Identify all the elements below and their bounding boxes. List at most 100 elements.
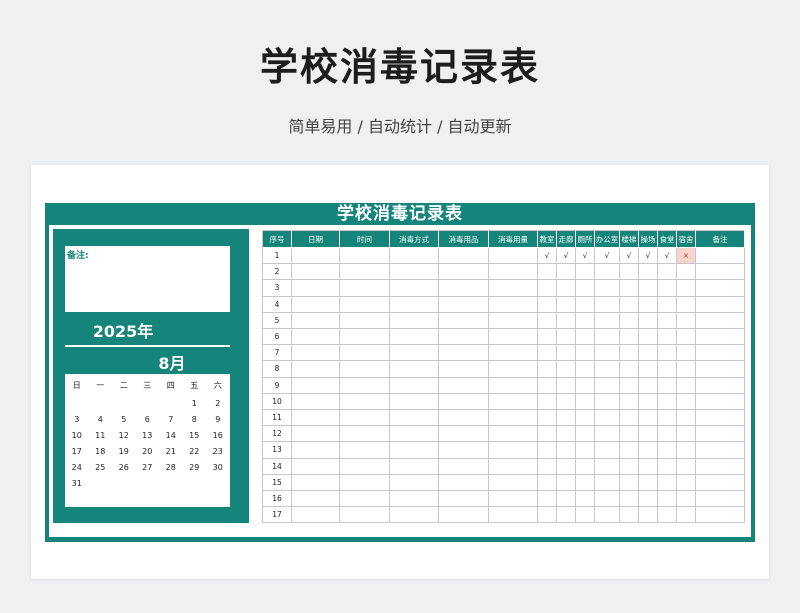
table-cell[interactable] bbox=[620, 474, 639, 491]
table-cell[interactable] bbox=[639, 442, 658, 459]
table-cell[interactable] bbox=[696, 474, 745, 491]
table-cell[interactable] bbox=[340, 280, 390, 297]
table-cell[interactable] bbox=[489, 264, 538, 281]
table-cell[interactable] bbox=[696, 507, 745, 524]
table-cell[interactable] bbox=[557, 426, 576, 443]
table-cell[interactable] bbox=[538, 393, 557, 410]
table-cell[interactable] bbox=[658, 458, 677, 475]
table-cell[interactable] bbox=[489, 474, 538, 491]
table-cell[interactable] bbox=[439, 474, 489, 491]
calendar-day[interactable]: 29 bbox=[183, 460, 207, 476]
table-cell[interactable] bbox=[677, 491, 696, 508]
table-cell[interactable] bbox=[390, 312, 439, 329]
table-cell[interactable] bbox=[390, 458, 439, 475]
table-cell[interactable] bbox=[595, 458, 620, 475]
calendar-day[interactable]: 31 bbox=[65, 476, 89, 492]
table-cell[interactable] bbox=[557, 410, 576, 427]
table-cell[interactable] bbox=[576, 345, 595, 362]
table-cell[interactable] bbox=[620, 491, 639, 508]
table-cell[interactable] bbox=[489, 393, 538, 410]
table-cell[interactable] bbox=[595, 426, 620, 443]
table-cell[interactable] bbox=[557, 280, 576, 297]
table-cell[interactable] bbox=[538, 280, 557, 297]
calendar-day[interactable]: 14 bbox=[159, 428, 183, 444]
table-cell[interactable] bbox=[292, 296, 340, 313]
table-cell[interactable] bbox=[538, 361, 557, 378]
table-cell[interactable] bbox=[576, 491, 595, 508]
table-cell[interactable] bbox=[390, 296, 439, 313]
table-cell[interactable] bbox=[595, 264, 620, 281]
calendar-day[interactable]: 1 bbox=[183, 396, 207, 412]
table-cell[interactable] bbox=[677, 393, 696, 410]
table-cell[interactable]: √ bbox=[620, 248, 639, 265]
table-cell[interactable] bbox=[620, 507, 639, 524]
table-cell[interactable] bbox=[677, 329, 696, 346]
table-cell[interactable] bbox=[595, 442, 620, 459]
table-cell[interactable] bbox=[639, 458, 658, 475]
table-cell[interactable] bbox=[340, 248, 390, 265]
table-cell[interactable] bbox=[677, 507, 696, 524]
calendar-day[interactable]: 23 bbox=[206, 444, 230, 460]
table-cell[interactable] bbox=[340, 264, 390, 281]
table-cell[interactable] bbox=[620, 345, 639, 362]
table-cell[interactable] bbox=[658, 410, 677, 427]
table-cell[interactable] bbox=[439, 507, 489, 524]
table-cell[interactable] bbox=[639, 507, 658, 524]
table-cell[interactable] bbox=[620, 280, 639, 297]
table-cell[interactable] bbox=[658, 474, 677, 491]
table-cell[interactable] bbox=[489, 361, 538, 378]
table-cell[interactable] bbox=[390, 491, 439, 508]
calendar-day[interactable]: 7 bbox=[159, 412, 183, 428]
table-cell[interactable] bbox=[677, 474, 696, 491]
table-cell[interactable] bbox=[557, 264, 576, 281]
table-cell[interactable] bbox=[595, 280, 620, 297]
table-cell[interactable] bbox=[439, 442, 489, 459]
calendar-day[interactable]: 30 bbox=[206, 460, 230, 476]
table-cell[interactable] bbox=[538, 377, 557, 394]
table-cell[interactable] bbox=[620, 410, 639, 427]
table-cell[interactable] bbox=[576, 361, 595, 378]
table-cell[interactable] bbox=[390, 426, 439, 443]
table-cell[interactable] bbox=[576, 377, 595, 394]
table-cell[interactable] bbox=[696, 296, 745, 313]
table-cell[interactable] bbox=[292, 491, 340, 508]
table-cell[interactable] bbox=[620, 361, 639, 378]
table-cell[interactable] bbox=[639, 264, 658, 281]
table-cell[interactable] bbox=[489, 280, 538, 297]
calendar-day[interactable]: 25 bbox=[89, 460, 113, 476]
table-cell[interactable] bbox=[696, 312, 745, 329]
table-cell[interactable] bbox=[595, 393, 620, 410]
table-cell[interactable] bbox=[595, 410, 620, 427]
table-cell[interactable] bbox=[639, 393, 658, 410]
table-cell[interactable] bbox=[658, 329, 677, 346]
table-cell[interactable] bbox=[557, 442, 576, 459]
table-cell[interactable] bbox=[489, 491, 538, 508]
table-cell[interactable] bbox=[658, 312, 677, 329]
table-cell[interactable] bbox=[292, 329, 340, 346]
table-cell[interactable] bbox=[557, 507, 576, 524]
table-cell[interactable] bbox=[620, 393, 639, 410]
table-cell[interactable] bbox=[639, 345, 658, 362]
calendar-day[interactable]: 8 bbox=[183, 412, 207, 428]
table-cell[interactable] bbox=[557, 377, 576, 394]
calendar-day[interactable]: 3 bbox=[65, 412, 89, 428]
table-cell[interactable]: √ bbox=[538, 248, 557, 265]
table-cell[interactable] bbox=[696, 280, 745, 297]
table-cell[interactable] bbox=[292, 507, 340, 524]
table-cell[interactable] bbox=[576, 280, 595, 297]
table-cell[interactable] bbox=[538, 442, 557, 459]
table-cell[interactable] bbox=[292, 248, 340, 265]
table-cell[interactable] bbox=[340, 361, 390, 378]
table-cell[interactable] bbox=[390, 507, 439, 524]
table-cell[interactable] bbox=[639, 410, 658, 427]
calendar-day[interactable]: 27 bbox=[136, 460, 160, 476]
table-cell[interactable] bbox=[677, 361, 696, 378]
table-cell[interactable] bbox=[595, 377, 620, 394]
table-cell[interactable] bbox=[639, 312, 658, 329]
calendar-day[interactable]: 28 bbox=[159, 460, 183, 476]
table-cell[interactable] bbox=[677, 345, 696, 362]
table-cell[interactable] bbox=[576, 296, 595, 313]
table-cell[interactable] bbox=[340, 377, 390, 394]
table-cell[interactable] bbox=[292, 345, 340, 362]
table-cell[interactable] bbox=[658, 264, 677, 281]
